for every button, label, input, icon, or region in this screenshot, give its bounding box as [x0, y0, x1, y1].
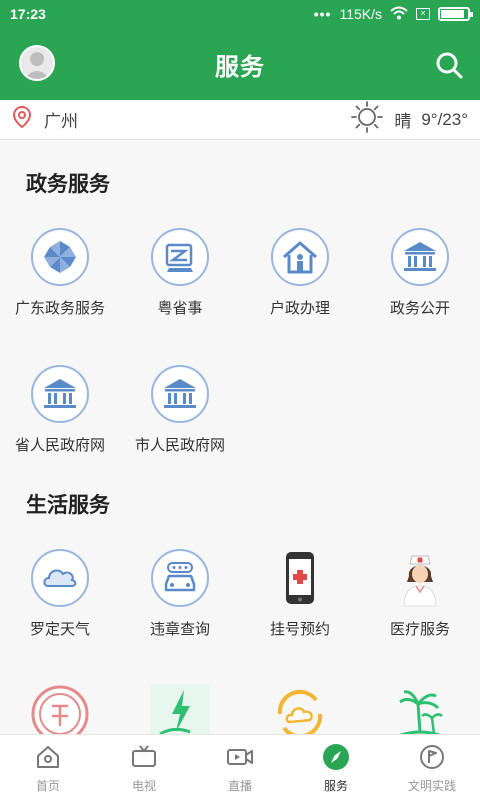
weather-condition: 晴 — [394, 112, 412, 131]
location-weather-bar: 广州 晴 9°/23° — [0, 100, 480, 140]
tab-label: 电视 — [131, 779, 156, 793]
tab-live[interactable]: 直播 — [192, 735, 288, 800]
nurse-icon — [390, 548, 450, 608]
city-label[interactable]: 广州 — [44, 107, 78, 132]
service-item-guangdong-gov[interactable]: 广东政务服务 — [0, 227, 120, 318]
government-building-icon — [30, 364, 90, 424]
service-item-appointment[interactable]: 挂号预约 — [240, 548, 360, 639]
service-label: 医疗服务 — [389, 621, 450, 638]
home-icon — [34, 743, 62, 771]
compass-icon — [322, 743, 350, 771]
service-label: 罗定天气 — [29, 621, 90, 638]
battery-icon — [438, 7, 473, 21]
service-label: 户政办理 — [269, 300, 330, 317]
service-item-household-registration[interactable]: 户政办理 — [240, 227, 360, 318]
tab-home[interactable]: 首页 — [0, 735, 96, 800]
tab-services[interactable]: 服务 — [288, 735, 384, 800]
tab-label: 服务 — [323, 779, 348, 793]
cloud-icon — [30, 548, 90, 608]
tab-tv[interactable]: 电视 — [96, 735, 192, 800]
user-avatar[interactable] — [19, 45, 55, 81]
service-label: 违章查询 — [149, 621, 210, 638]
flag-icon — [418, 743, 446, 771]
status-time: 17:23 — [10, 6, 46, 22]
service-label: 挂号预约 — [269, 621, 330, 638]
network-speed: 115K/s — [339, 6, 382, 22]
tab-label: 文明实践 — [407, 779, 456, 793]
document-icon — [150, 227, 210, 287]
service-item-yueshengshi[interactable]: 粤省事 — [120, 227, 240, 318]
phone-medical-icon — [270, 548, 330, 608]
service-label: 省人民政府网 — [14, 437, 105, 454]
service-item-city-gov-site[interactable]: 市人民政府网 — [120, 364, 240, 455]
tab-label: 直播 — [227, 779, 252, 793]
house-person-icon — [270, 227, 330, 287]
service-item-traffic-violation[interactable]: 违章查询 — [120, 548, 240, 639]
service-item-gov-disclosure[interactable]: 政务公开 — [360, 227, 480, 318]
tab-civilization-practice[interactable]: 文明实践 — [384, 735, 480, 800]
tab-label: 首页 — [35, 779, 60, 793]
service-label: 粤省事 — [157, 300, 203, 317]
government-building-icon — [150, 364, 210, 424]
no-sim-icon: × — [416, 8, 430, 20]
page-title: 服务 — [215, 53, 265, 81]
car-icon — [150, 548, 210, 608]
search-icon[interactable] — [434, 50, 464, 80]
service-item-provincial-gov-site[interactable]: 省人民政府网 — [0, 364, 120, 455]
tv-icon — [130, 743, 158, 771]
sun-icon — [350, 100, 384, 139]
temperature-range: 9°/23° — [421, 109, 468, 129]
wifi-icon — [390, 6, 408, 23]
section-title-government: 政务服务 — [26, 173, 110, 196]
video-icon — [226, 743, 254, 771]
service-label: 广东政务服务 — [14, 300, 105, 317]
service-item-luoding-weather[interactable]: 罗定天气 — [0, 548, 120, 639]
bottom-tab-bar: 首页 电视 直播 服务 文明实践 — [0, 734, 480, 800]
status-dots: ••• — [313, 6, 332, 22]
location-pin-icon[interactable] — [12, 105, 32, 134]
section-title-life: 生活服务 — [26, 494, 110, 517]
weather-widget[interactable]: 晴 9°/23° — [350, 100, 468, 139]
status-bar: 17:23 ••• 115K/s × — [0, 0, 480, 28]
service-item-medical[interactable]: 医疗服务 — [360, 548, 480, 639]
app-bar: 服务 — [0, 28, 480, 100]
service-label: 市人民政府网 — [134, 437, 225, 454]
service-label: 政务公开 — [389, 300, 450, 317]
government-building-icon — [390, 227, 450, 287]
pinwheel-icon — [30, 227, 90, 287]
